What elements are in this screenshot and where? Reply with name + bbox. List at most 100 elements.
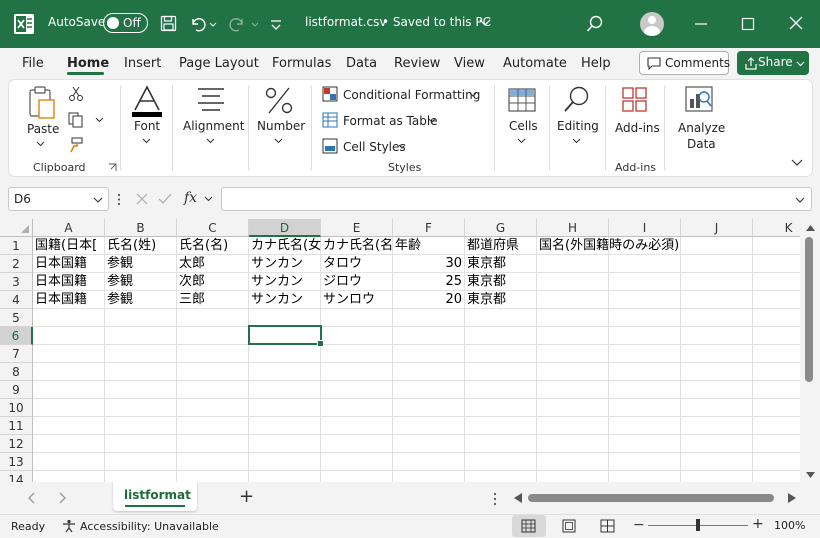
editing-label[interactable]: Editing xyxy=(557,119,599,133)
cell-a4[interactable]: 日本国籍 xyxy=(33,291,105,309)
cell-g1[interactable]: 都道府県 xyxy=(465,237,537,255)
column-header-b[interactable]: B xyxy=(105,219,177,237)
tab-automate[interactable]: Automate xyxy=(503,56,567,71)
save-icon[interactable] xyxy=(160,15,178,33)
alignment-icon[interactable] xyxy=(196,86,226,112)
cells-icon[interactable] xyxy=(507,85,537,115)
name-box[interactable]: D6 xyxy=(8,187,109,211)
minimize-icon[interactable] xyxy=(694,17,708,31)
row-header-4[interactable]: 4 xyxy=(0,291,33,309)
tab-file[interactable]: File xyxy=(22,56,44,71)
insert-function-button[interactable]: fx xyxy=(184,190,197,206)
zoom-level[interactable]: 100% xyxy=(774,519,805,532)
cell-g3[interactable]: 東京都 xyxy=(465,273,506,291)
scroll-left-icon[interactable] xyxy=(514,493,522,503)
undo-icon[interactable] xyxy=(189,15,217,33)
vertical-scroll-thumb[interactable] xyxy=(805,237,813,382)
row-header-14[interactable]: 14 xyxy=(0,471,33,482)
spreadsheet-grid[interactable]: ABCDEFGHIJK 1 2 3 4 5 6 7 8 9 10 11 12 13 14 国籍(日本[氏名… xyxy=(0,219,800,482)
chevron-down-icon[interactable] xyxy=(517,138,526,144)
cell-b2[interactable]: 参観 xyxy=(105,255,177,273)
close-icon[interactable] xyxy=(789,16,803,30)
page-break-preview-icon[interactable] xyxy=(600,519,615,533)
tab-view[interactable]: View xyxy=(454,56,485,71)
format-painter-icon[interactable] xyxy=(68,137,84,153)
font-label[interactable]: Font xyxy=(134,119,160,133)
collapse-ribbon-icon[interactable] xyxy=(791,159,803,167)
cell-c4[interactable]: 三郎 xyxy=(177,291,249,309)
cell-a2[interactable]: 日本国籍 xyxy=(33,255,105,273)
zoom-in-button[interactable]: + xyxy=(752,516,764,532)
zoom-out-button[interactable]: − xyxy=(633,517,645,533)
chevron-down-icon[interactable] xyxy=(206,138,215,144)
cell-e2[interactable]: タロウ xyxy=(321,255,393,273)
tab-help[interactable]: Help xyxy=(581,56,611,71)
chevron-down-icon[interactable] xyxy=(274,138,283,144)
cell-g2[interactable]: 東京都 xyxy=(465,255,506,273)
editing-search-icon[interactable] xyxy=(562,85,592,115)
cell-f4[interactable]: 20 xyxy=(393,291,465,309)
column-header-e[interactable]: E xyxy=(321,219,393,237)
accessibility-status[interactable]: Accessibility: Unavailable xyxy=(80,520,219,533)
cell-e1[interactable]: カナ氏名(名 xyxy=(321,237,393,255)
cell-d1[interactable]: カナ氏名(女 xyxy=(249,237,321,255)
number-label[interactable]: Number xyxy=(257,119,305,133)
scroll-right-icon[interactable] xyxy=(788,493,796,503)
search-icon[interactable] xyxy=(586,15,604,33)
saved-status[interactable]: • Saved to this PC xyxy=(382,15,491,29)
column-header-f[interactable]: F xyxy=(393,219,465,237)
expand-formula-bar-icon[interactable] xyxy=(795,197,805,204)
row-header-10[interactable]: 10 xyxy=(0,399,33,417)
format-as-table-icon[interactable] xyxy=(322,112,338,128)
next-sheet-icon[interactable] xyxy=(59,492,67,504)
accessibility-icon[interactable] xyxy=(62,519,76,533)
column-header-a[interactable]: A xyxy=(33,219,105,237)
cell-e3[interactable]: ジロウ xyxy=(321,273,393,291)
cell-d2[interactable]: サンカン xyxy=(249,255,321,273)
cut-icon[interactable] xyxy=(68,86,84,102)
add-ins-label[interactable]: Add-ins xyxy=(615,121,660,135)
chevron-down-icon[interactable] xyxy=(36,141,45,147)
tab-home[interactable]: Home xyxy=(67,56,109,71)
scroll-down-icon[interactable] xyxy=(806,472,815,478)
add-sheet-button[interactable]: + xyxy=(239,486,254,507)
chevron-down-icon[interactable] xyxy=(93,197,103,204)
chevron-down-icon[interactable] xyxy=(204,196,213,202)
cell-h1[interactable]: 国名(外国籍時のみ必須) xyxy=(537,237,679,255)
row-header-1[interactable]: 1 xyxy=(0,237,33,255)
cell-b1[interactable]: 氏名(姓) xyxy=(105,237,177,255)
column-header-j[interactable]: J xyxy=(681,219,753,237)
row-header-12[interactable]: 12 xyxy=(0,435,33,453)
dialog-launcher-icon[interactable] xyxy=(108,163,117,172)
cell-b4[interactable]: 参観 xyxy=(105,291,177,309)
conditional-formatting-label[interactable]: Conditional Formatting xyxy=(343,88,480,102)
zoom-slider-thumb[interactable] xyxy=(696,519,700,531)
analyze-data-label-2[interactable]: Data xyxy=(687,137,716,151)
paste-label[interactable]: Paste xyxy=(27,122,59,136)
column-header-c[interactable]: C xyxy=(177,219,249,237)
row-header-3[interactable]: 3 xyxy=(0,273,33,291)
cell-c3[interactable]: 次郎 xyxy=(177,273,249,291)
tab-insert[interactable]: Insert xyxy=(124,56,161,71)
column-header-d[interactable]: D xyxy=(249,219,321,237)
alignment-label[interactable]: Alignment xyxy=(183,119,244,133)
copy-icon[interactable] xyxy=(68,112,84,128)
column-header-h[interactable]: H xyxy=(537,219,609,237)
tab-page-layout[interactable]: Page Layout xyxy=(179,56,259,71)
row-header-7[interactable]: 7 xyxy=(0,345,33,363)
font-icon[interactable] xyxy=(131,84,163,118)
share-button[interactable]: Share xyxy=(737,51,809,75)
cell-a3[interactable]: 日本国籍 xyxy=(33,273,105,291)
chevron-down-icon[interactable] xyxy=(95,117,104,123)
cells-label[interactable]: Cells xyxy=(509,119,538,133)
format-as-table-label[interactable]: Format as Table xyxy=(343,114,438,128)
percent-icon[interactable] xyxy=(264,85,294,115)
formula-input[interactable] xyxy=(221,187,812,211)
scroll-up-icon[interactable] xyxy=(806,225,815,231)
row-header-11[interactable]: 11 xyxy=(0,417,33,435)
cell-a1[interactable]: 国籍(日本[ xyxy=(33,237,105,255)
analyze-data-label[interactable]: Analyze xyxy=(678,121,725,135)
cell-f1[interactable]: 年齢 xyxy=(393,237,465,255)
customize-qat-icon[interactable] xyxy=(268,16,284,32)
cell-b3[interactable]: 参観 xyxy=(105,273,177,291)
